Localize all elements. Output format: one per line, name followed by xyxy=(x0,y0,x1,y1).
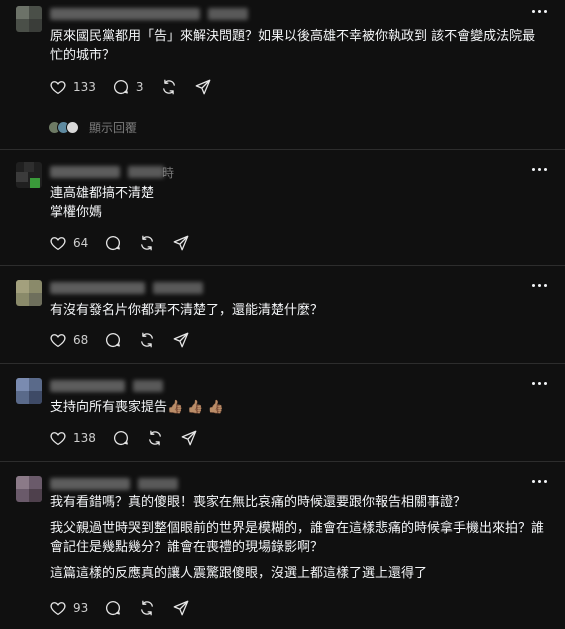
comment-count: 3 xyxy=(135,80,144,94)
post-header xyxy=(50,378,163,394)
heart-icon xyxy=(50,432,66,446)
share-button[interactable] xyxy=(172,599,190,617)
post-text-line: 原來國民黨都用「告」來解決問題？如果以後高雄不幸被你執政到 該不會變成法院最忙的… xyxy=(50,29,536,63)
comment-bubble-icon xyxy=(106,236,121,251)
post-text-line: 掌權你媽 xyxy=(50,205,103,220)
like-button[interactable]: 64 xyxy=(49,234,88,252)
post-header xyxy=(50,476,178,492)
avatar[interactable] xyxy=(16,378,42,404)
post-text-line: 支持向所有喪家提告👍🏽 👍🏽 👍🏽 xyxy=(50,400,224,415)
like-count: 133 xyxy=(73,80,96,94)
comment-bubble-icon xyxy=(106,333,121,348)
post-3: 有沒有發名片你都弄不清楚了，還能清楚什麼？ 68 xyxy=(0,266,565,364)
like-count: 68 xyxy=(73,333,89,347)
repost-arrows-icon xyxy=(141,332,154,348)
repost-button[interactable] xyxy=(138,331,156,349)
comment-button[interactable]: 3 xyxy=(112,78,144,96)
more-dots-icon[interactable] xyxy=(532,382,547,385)
post-text: 我有看錯嗎？真的傻眼！喪家在無比哀痛的時候還要跟你報告相關事證？ 我父親過世時哭… xyxy=(50,493,545,590)
show-replies-label: 顯示回覆 xyxy=(89,121,138,135)
heart-icon xyxy=(50,237,66,251)
post-actions: 93 xyxy=(49,598,206,618)
comment-button[interactable] xyxy=(104,599,122,617)
avatar[interactable] xyxy=(16,162,42,188)
blurred-username[interactable] xyxy=(50,380,125,392)
repost-arrows-icon xyxy=(149,430,161,446)
post-actions: 138 xyxy=(49,428,214,448)
blurred-timestamp xyxy=(128,166,164,178)
blurred-username[interactable] xyxy=(50,478,130,490)
send-paper-plane-icon xyxy=(195,79,210,95)
post-1: 原來國民黨都用「告」來解決問題？如果以後高雄不幸被你執政到 該不會變成法院最忙的… xyxy=(0,0,565,150)
like-button[interactable]: 93 xyxy=(49,599,88,617)
post-2: 時 連高雄都搞不清楚 掌權你媽 64 xyxy=(0,150,565,266)
post-header: 時 xyxy=(50,164,174,180)
share-button[interactable] xyxy=(180,429,198,447)
post-text-line: 有沒有發名片你都弄不清楚了，還能清楚什麼？ xyxy=(50,303,324,318)
post-text: 連高雄都搞不清楚 掌權你媽 xyxy=(50,184,545,222)
blurred-timestamp xyxy=(208,8,248,20)
avatar[interactable] xyxy=(16,6,42,32)
send-paper-plane-icon xyxy=(173,235,189,251)
post-header xyxy=(50,6,248,22)
avatar[interactable] xyxy=(16,280,42,306)
post-paragraph: 我有看錯嗎？真的傻眼！喪家在無比哀痛的時候還要跟你報告相關事證？ xyxy=(50,495,467,510)
repost-arrows-icon xyxy=(141,235,154,251)
post-text: 支持向所有喪家提告👍🏽 👍🏽 👍🏽 xyxy=(50,398,545,417)
comment-button[interactable] xyxy=(104,234,122,252)
reply-avatars xyxy=(48,121,79,134)
comment-button[interactable] xyxy=(112,429,130,447)
heart-icon xyxy=(50,81,66,95)
blurred-username[interactable] xyxy=(50,8,200,20)
post-5: 我有看錯嗎？真的傻眼！喪家在無比哀痛的時候還要跟你報告相關事證？ 我父親過世時哭… xyxy=(0,462,565,629)
post-text: 有沒有發名片你都弄不清楚了，還能清楚什麼？ xyxy=(50,301,545,320)
blurred-timestamp xyxy=(153,282,203,294)
blurred-timestamp xyxy=(138,478,178,490)
more-dots-icon[interactable] xyxy=(532,284,547,287)
repost-button[interactable] xyxy=(138,234,156,252)
like-count: 93 xyxy=(73,601,89,615)
comment-button[interactable] xyxy=(104,331,122,349)
comment-bubble-icon xyxy=(113,80,128,95)
send-paper-plane-icon xyxy=(173,332,189,348)
share-button[interactable] xyxy=(172,234,190,252)
like-count: 64 xyxy=(73,236,89,250)
post-4: 支持向所有喪家提告👍🏽 👍🏽 👍🏽 138 xyxy=(0,364,565,462)
more-dots-icon[interactable] xyxy=(532,480,547,483)
repost-arrows-icon xyxy=(141,600,154,616)
heart-icon xyxy=(50,602,66,616)
repost-button[interactable] xyxy=(146,429,164,447)
blurred-timestamp xyxy=(133,380,163,392)
blurred-username[interactable] xyxy=(50,166,120,178)
like-count: 138 xyxy=(73,431,96,445)
post-actions: 64 xyxy=(49,233,206,253)
post-actions: 68 xyxy=(49,330,206,350)
avatar[interactable] xyxy=(16,476,42,502)
heart-icon xyxy=(50,334,66,348)
share-button[interactable] xyxy=(194,78,212,96)
post-text-line: 連高雄都搞不清楚 xyxy=(50,186,155,201)
send-paper-plane-icon xyxy=(181,430,197,446)
post-paragraph: 我父親過世時哭到整個眼前的世界是模糊的，誰會在這樣悲痛的時候拿手機出來拍？誰會記… xyxy=(50,521,545,555)
like-button[interactable]: 68 xyxy=(49,331,88,349)
repost-arrows-icon xyxy=(162,79,175,95)
more-dots-icon[interactable] xyxy=(532,168,547,171)
post-actions: 133 3 xyxy=(49,77,228,97)
like-button[interactable]: 138 xyxy=(49,429,96,447)
share-button[interactable] xyxy=(172,331,190,349)
post-paragraph: 這篇這樣的反應真的讓人震驚跟傻眼，沒選上都這樣了選上還得了 xyxy=(50,566,428,581)
comment-bubble-icon xyxy=(113,431,128,446)
repost-button[interactable] xyxy=(138,599,156,617)
blurred-username[interactable] xyxy=(50,282,145,294)
like-button[interactable]: 133 xyxy=(49,78,96,96)
show-replies[interactable]: 顯示回覆 xyxy=(48,119,137,136)
post-text: 原來國民黨都用「告」來解決問題？如果以後高雄不幸被你執政到 該不會變成法院最忙的… xyxy=(50,27,545,72)
comment-bubble-icon xyxy=(106,601,121,616)
more-dots-icon[interactable] xyxy=(532,10,547,13)
repost-button[interactable] xyxy=(160,78,178,96)
post-header xyxy=(50,280,203,296)
send-paper-plane-icon xyxy=(173,600,189,616)
